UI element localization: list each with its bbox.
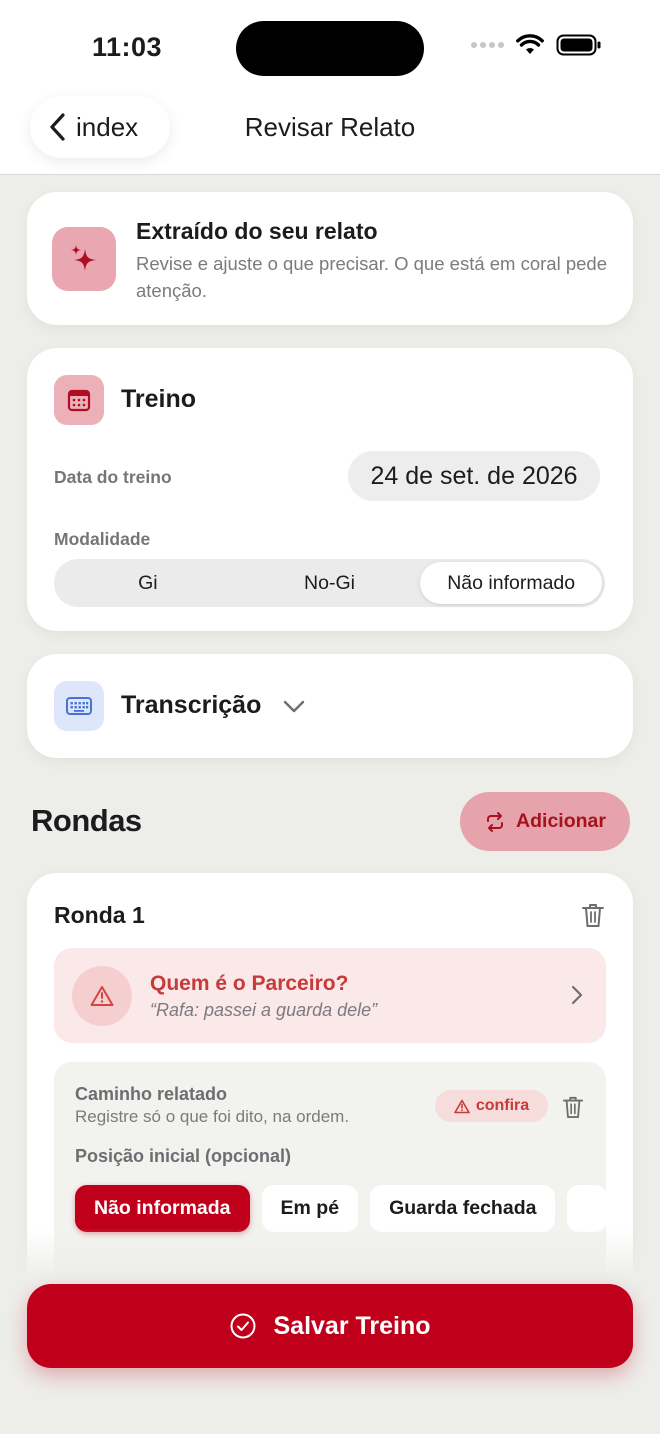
alert-quote: “Rafa: passei a guarda dele” <box>150 1000 378 1020</box>
ronda-title: Ronda 1 <box>54 902 145 928</box>
caminho-subtitle: Registre só o que foi dito, na ordem. <box>75 1107 350 1126</box>
status-time: 11:03 <box>92 32 163 62</box>
cellular-signal-icon <box>471 42 504 48</box>
alert-title: Quem é o Parceiro? <box>150 972 349 995</box>
posicao-chips: Não informada Em pé Guarda fechada <box>75 1185 608 1232</box>
dynamic-island <box>236 21 424 76</box>
calendar-icon <box>54 375 104 425</box>
chevron-down-icon <box>284 701 305 713</box>
save-label: Salvar Treino <box>273 1311 431 1340</box>
transcricao-title: Transcrição <box>121 691 306 720</box>
caminho-title: Caminho relatado <box>75 1084 228 1104</box>
treino-card: Treino Data do treino 24 de set. de 2026… <box>27 348 633 631</box>
date-label: Data do treino <box>54 467 172 487</box>
repeat-icon <box>487 811 504 832</box>
add-ronda-button[interactable]: Adicionar <box>460 792 630 851</box>
transcricao-card[interactable]: Transcrição <box>27 654 633 758</box>
segment-nao-informado[interactable]: Não informado <box>420 562 603 604</box>
modalidade-segmented-control: Gi No-Gi Não informado <box>54 559 605 607</box>
save-button[interactable]: Salvar Treino <box>27 1284 633 1368</box>
posicao-label: Posição inicial (opcional) <box>75 1146 292 1166</box>
checkmark-circle-icon <box>230 1313 256 1339</box>
status-icons <box>471 34 602 56</box>
warning-icon <box>72 966 132 1026</box>
segment-gi[interactable]: Gi <box>57 562 239 604</box>
delete-caminho-trash-icon[interactable] <box>562 1095 584 1119</box>
extract-title: Extraído do seu relato <box>136 218 378 244</box>
segment-no-gi[interactable]: No-Gi <box>239 562 421 604</box>
rondas-heading: Rondas <box>31 803 142 838</box>
chip-em-pe[interactable]: Em pé <box>261 1185 359 1232</box>
chip-nao-informada[interactable]: Não informada <box>75 1185 250 1232</box>
wifi-icon <box>516 34 544 54</box>
keyboard-icon <box>54 681 104 731</box>
warning-icon <box>454 1099 470 1113</box>
date-picker-button[interactable]: 24 de set. de 2026 <box>348 451 600 501</box>
page-title: Revisar Relato <box>244 112 416 142</box>
modalidade-label: Modalidade <box>54 529 151 549</box>
add-label: Adicionar <box>516 810 606 832</box>
confira-badge: confira <box>435 1090 548 1122</box>
chevron-right-icon <box>571 985 583 1005</box>
extract-subtitle: Revise e ajuste o que precisar. O que es… <box>136 253 607 301</box>
treino-title: Treino <box>121 385 197 413</box>
delete-ronda-trash-icon[interactable] <box>581 902 605 928</box>
chip-more[interactable] <box>567 1185 608 1232</box>
partner-alert[interactable]: Quem é o Parceiro? “Rafa: passei a guard… <box>54 948 606 1043</box>
chip-guarda-fechada[interactable]: Guarda fechada <box>370 1185 556 1232</box>
extract-info-card: Extraído do seu relato Revise e ajuste o… <box>27 192 633 325</box>
sparkles-icon <box>52 227 116 291</box>
top-bar: 11:03 index Revisar Relato <box>0 0 660 175</box>
battery-icon <box>556 34 601 56</box>
